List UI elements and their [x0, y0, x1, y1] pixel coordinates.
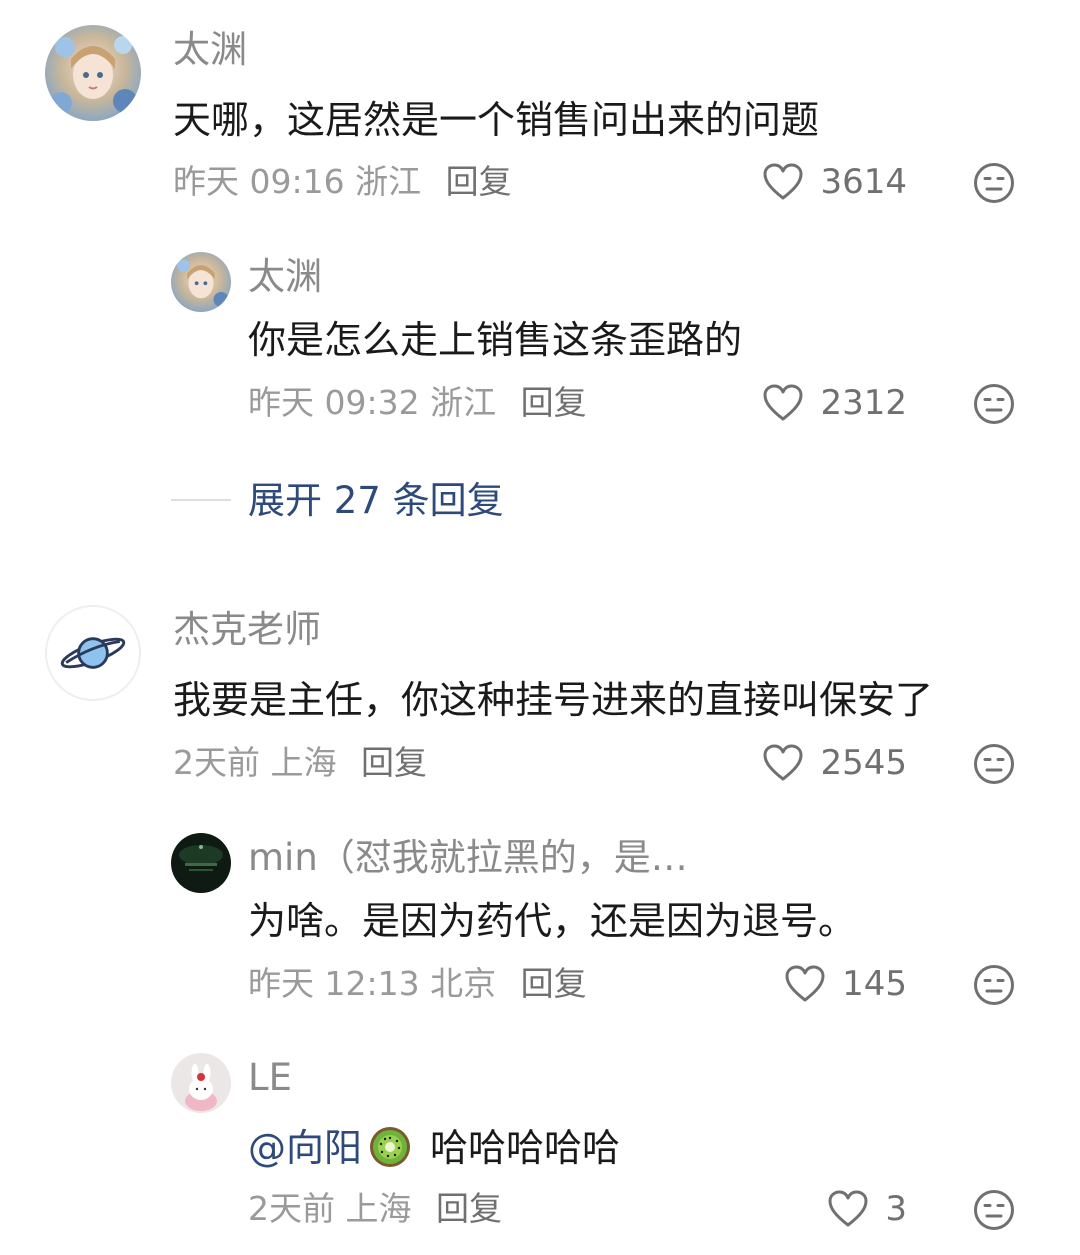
heart-icon: [785, 965, 825, 1002]
expand-replies-label: 展开 27 条回复: [248, 478, 504, 522]
comment-author[interactable]: 太渊: [173, 31, 247, 68]
comment-time: 昨天 09:32: [248, 383, 420, 422]
comment-meta: 昨天 09:16 浙江 回复: [173, 165, 512, 198]
like-button[interactable]: 3: [827, 1187, 907, 1231]
neutral-face-icon: [974, 1190, 1014, 1230]
comment-time: 昨天 12:13: [248, 964, 420, 1003]
comment-location: 浙江: [355, 162, 422, 201]
comment-author[interactable]: 太渊: [248, 258, 322, 295]
comment-author[interactable]: min（怼我就拉黑的，是…: [248, 839, 688, 876]
like-count: 3614: [820, 162, 907, 202]
comment-text: @向阳 哈哈哈哈哈: [248, 1125, 620, 1169]
dislike-button[interactable]: [973, 1189, 1015, 1231]
comment-text: 天哪，这居然是一个销售问出来的问题: [173, 98, 820, 142]
reply-button[interactable]: 回复: [521, 964, 587, 1003]
comment-text-content: 哈哈哈哈哈: [430, 1126, 621, 1170]
comment-author[interactable]: LE: [248, 1059, 292, 1096]
divider: [171, 499, 231, 501]
comment-text: 我要是主任，你这种挂号进来的直接叫保安了: [173, 678, 934, 722]
comment-location: 上海: [270, 743, 337, 782]
neutral-face-icon: [974, 965, 1014, 1005]
like-button[interactable]: 2312: [762, 381, 907, 425]
comment-location: 北京: [430, 964, 497, 1003]
mention-link[interactable]: @向阳: [248, 1126, 362, 1170]
like-count: 2312: [820, 383, 907, 423]
neutral-face-icon: [974, 384, 1014, 424]
like-button[interactable]: 145: [784, 962, 907, 1006]
comment-thread: 太渊 天哪，这居然是一个销售问出来的问题 昨天 09:16 浙江 回复 3614: [0, 0, 1080, 1255]
heart-icon: [763, 744, 803, 781]
comment-meta: 2天前 上海 回复: [248, 1192, 502, 1225]
avatar-taiyuan[interactable]: [171, 252, 231, 312]
like-button[interactable]: 2545: [762, 741, 907, 785]
neutral-face-icon: [974, 744, 1014, 784]
comment-meta: 昨天 09:32 浙江 回复: [248, 386, 587, 419]
comment-time: 2天前: [248, 1189, 335, 1228]
comment-text: 你是怎么走上销售这条歪路的: [248, 318, 743, 362]
neutral-face-icon: [974, 163, 1014, 203]
dislike-button[interactable]: [973, 162, 1015, 204]
comment-meta: 2天前 上海 回复: [173, 746, 427, 779]
dislike-button[interactable]: [973, 383, 1015, 425]
avatar-le[interactable]: [171, 1053, 231, 1113]
avatar-jack-teacher[interactable]: [45, 605, 141, 701]
heart-icon: [763, 384, 803, 421]
comment-location: 浙江: [430, 383, 497, 422]
heart-icon: [763, 163, 803, 200]
like-count: 145: [842, 964, 907, 1004]
reply-button[interactable]: 回复: [521, 383, 587, 422]
comment-text: 为啥。是因为药代，还是因为退号。: [248, 899, 857, 943]
dislike-button[interactable]: [973, 743, 1015, 785]
like-count: 2545: [820, 743, 907, 783]
comment-author[interactable]: 杰克老师: [173, 611, 321, 648]
avatar-min[interactable]: [171, 833, 231, 893]
avatar-taiyuan[interactable]: [45, 25, 141, 121]
dislike-button[interactable]: [973, 964, 1015, 1006]
comment-time: 2天前: [173, 743, 260, 782]
like-count: 3: [885, 1189, 907, 1229]
kiwi-emoji-icon: [370, 1127, 411, 1167]
reply-button[interactable]: 回复: [446, 162, 512, 201]
expand-replies-button[interactable]: 展开 27 条回复: [171, 480, 504, 520]
comment-time: 昨天 09:16: [173, 162, 345, 201]
comment-meta: 昨天 12:13 北京 回复: [248, 967, 587, 1000]
heart-icon: [828, 1190, 868, 1227]
comment-location: 上海: [345, 1189, 412, 1228]
like-button[interactable]: 3614: [762, 160, 907, 204]
reply-button[interactable]: 回复: [361, 743, 427, 782]
reply-button[interactable]: 回复: [436, 1189, 502, 1228]
